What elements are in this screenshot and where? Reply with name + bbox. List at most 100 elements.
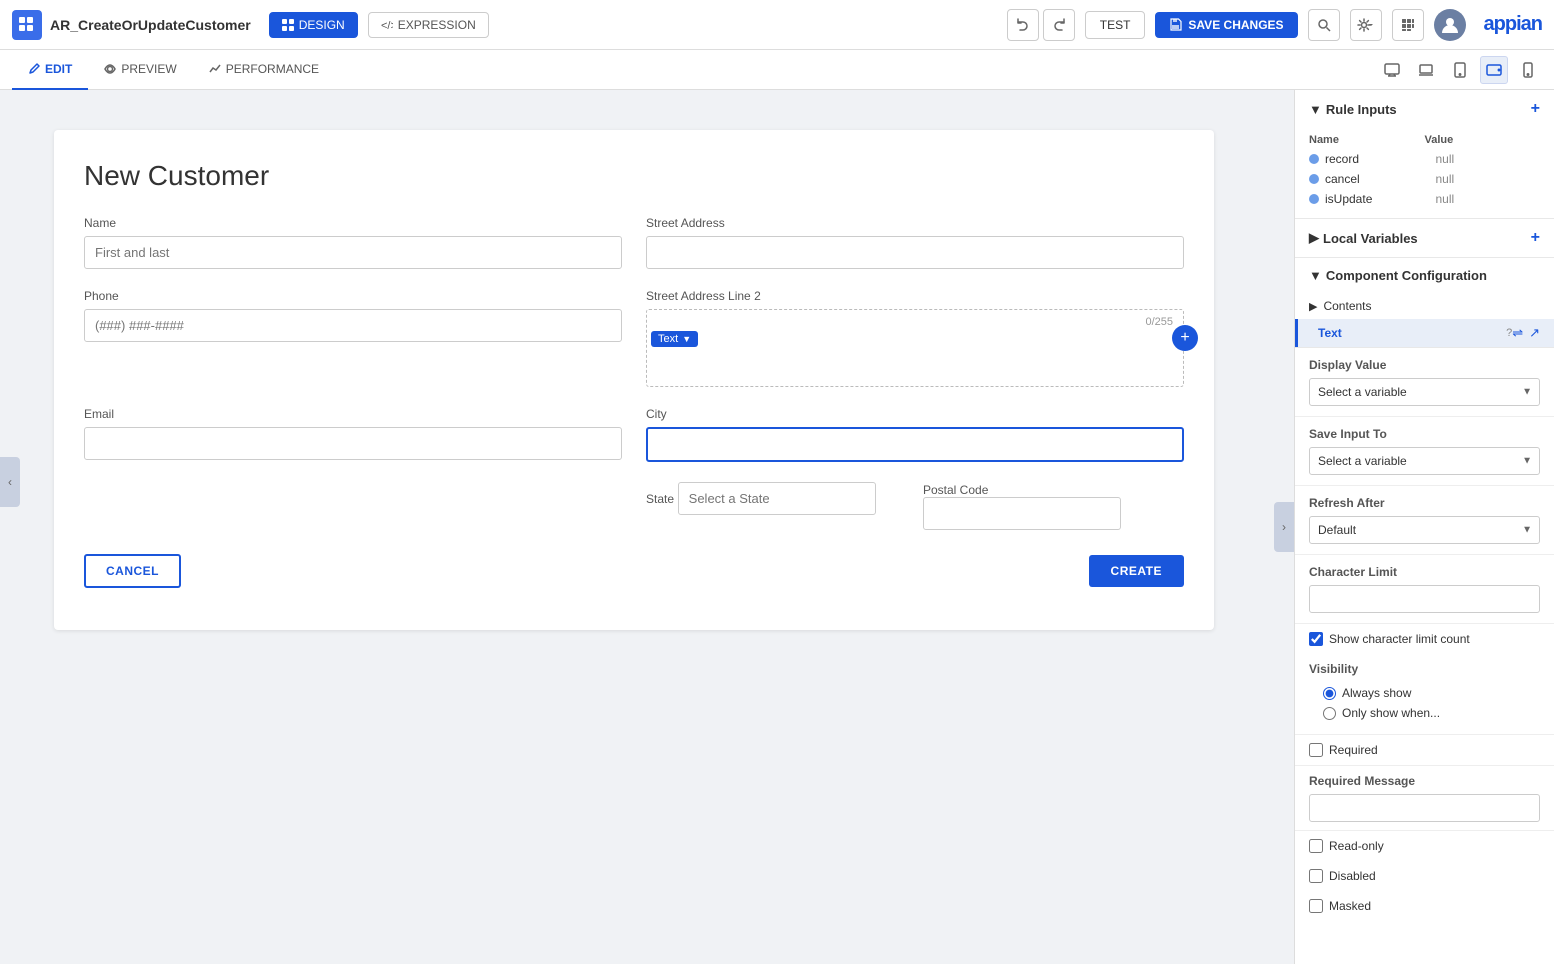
disabled-label: Disabled [1329, 869, 1376, 883]
visibility-radio-group: Always show Only show when... [1309, 682, 1540, 730]
always-show-label: Always show [1342, 686, 1411, 700]
svg-text:</>: </> [381, 20, 393, 31]
refresh-after-select[interactable]: Default On change On blur [1309, 516, 1540, 544]
rule-inputs-header[interactable]: ▼ Rule Inputs + [1295, 90, 1554, 128]
save-changes-button[interactable]: SAVE CHANGES [1155, 12, 1297, 38]
cancel-button[interactable]: CANCEL [84, 554, 181, 588]
user-avatar[interactable] [1434, 9, 1466, 41]
tablet-icon[interactable] [1446, 56, 1474, 84]
topbar: AR_CreateOrUpdateCustomer DESIGN </> EXP… [0, 0, 1554, 50]
search-icon-button[interactable] [1308, 9, 1340, 41]
required-message-input[interactable] [1309, 794, 1540, 822]
form-row-3: Email City [84, 407, 1184, 462]
form-actions: CANCEL CREATE [84, 554, 1184, 588]
city-input[interactable] [646, 427, 1184, 462]
save-input-section: Save Input To Select a variable ▼ [1295, 417, 1554, 486]
always-show-radio[interactable] [1323, 687, 1336, 700]
add-row-button[interactable]: + [1172, 325, 1198, 351]
form-row-1: Name Street Address [84, 216, 1184, 269]
character-limit-label: Character Limit [1309, 565, 1540, 579]
only-show-when-radio[interactable] [1323, 707, 1336, 720]
display-value-select-wrapper: Select a variable ▼ [1309, 378, 1540, 406]
test-button[interactable]: TEST [1085, 11, 1146, 39]
monitor-icon[interactable] [1378, 56, 1406, 84]
undo-button[interactable] [1007, 9, 1039, 41]
readonly-label: Read-only [1329, 839, 1384, 853]
save-input-label: Save Input To [1309, 427, 1540, 441]
rule-inputs-table: Name Value record null cancel null isUpd… [1295, 128, 1554, 218]
name-label: Name [84, 216, 622, 230]
undo-redo-group [1007, 9, 1075, 41]
rule-input-record: record null [1309, 152, 1540, 166]
redo-button[interactable] [1043, 9, 1075, 41]
rule-input-dot [1309, 154, 1319, 164]
main-layout: ‹ New Customer Name Street Address [0, 90, 1554, 964]
email-group: Email [84, 407, 622, 462]
postal-code-input[interactable] [923, 497, 1121, 530]
rule-input-dot [1309, 174, 1319, 184]
state-input[interactable] [678, 482, 876, 515]
email-input[interactable] [84, 427, 622, 460]
refresh-after-label: Refresh After [1309, 496, 1540, 510]
text-type-badge[interactable]: Text ▼ [651, 331, 698, 347]
add-rule-input-button[interactable]: + [1531, 100, 1540, 118]
link-icon[interactable]: ⇌ [1512, 325, 1523, 341]
add-local-var-button[interactable]: + [1531, 229, 1540, 247]
mobile-icon[interactable] [1514, 56, 1542, 84]
tabbar: EDIT PREVIEW PERFORMANCE [0, 50, 1554, 90]
app-icon [12, 10, 42, 40]
display-value-section: Display Value Select a variable ▼ [1295, 348, 1554, 417]
form-title: New Customer [84, 160, 1184, 192]
settings-button[interactable] [1350, 9, 1382, 41]
character-limit-input[interactable] [1309, 585, 1540, 613]
contents-row[interactable]: ▶ Contents [1295, 293, 1554, 319]
street-address-group: Street Address [646, 216, 1184, 269]
email-label: Email [84, 407, 622, 421]
masked-checkbox[interactable] [1309, 899, 1323, 913]
display-value-select[interactable]: Select a variable [1309, 378, 1540, 406]
state-group: State [646, 482, 907, 530]
edit-tab[interactable]: EDIT [12, 50, 88, 90]
disabled-checkbox[interactable] [1309, 869, 1323, 883]
external-link-icon[interactable]: ↗ [1529, 325, 1540, 341]
rule-input-dot [1309, 194, 1319, 204]
laptop-icon[interactable] [1412, 56, 1440, 84]
street-address-label: Street Address [646, 216, 1184, 230]
component-config-header[interactable]: ▼ Component Configuration [1295, 258, 1554, 293]
street-address-2-input[interactable] [651, 351, 1179, 379]
name-group: Name [84, 216, 622, 269]
state-postal-group: State Postal Code [646, 482, 1184, 530]
state-label: State [646, 492, 674, 506]
preview-tab[interactable]: PREVIEW [88, 50, 192, 90]
create-button[interactable]: CREATE [1089, 555, 1184, 587]
disabled-row: Disabled [1295, 861, 1554, 891]
street-address-input[interactable] [646, 236, 1184, 269]
readonly-checkbox[interactable] [1309, 839, 1323, 853]
show-char-limit-row: Show character limit count [1295, 624, 1554, 654]
expression-tab-btn[interactable]: </> EXPRESSION [368, 12, 489, 38]
char-counter: 0/255 [651, 314, 1179, 330]
name-input[interactable] [84, 236, 622, 269]
city-label: City [646, 407, 1184, 421]
phone-input[interactable] [84, 309, 622, 342]
save-input-select[interactable]: Select a variable [1309, 447, 1540, 475]
local-variables-header[interactable]: ▶ Local Variables + [1295, 219, 1554, 257]
visibility-section: Visibility Always show Only show when... [1295, 654, 1554, 735]
grid-button[interactable] [1392, 9, 1424, 41]
design-tab-btn[interactable]: DESIGN [269, 12, 358, 38]
component-config-section: ▼ Component Configuration ▶ Contents Tex… [1295, 258, 1554, 348]
form-row-2: Phone Street Address Line 2 0/255 Text ▼ [84, 289, 1184, 387]
tablet-landscape-icon[interactable] [1480, 56, 1508, 84]
canvas-nav-left[interactable]: ‹ [0, 457, 20, 507]
required-checkbox[interactable] [1309, 743, 1323, 757]
readonly-row: Read-only [1295, 831, 1554, 861]
canvas-nav-right[interactable]: › [1274, 502, 1294, 552]
character-limit-section: Character Limit [1295, 555, 1554, 624]
only-show-when-label: Only show when... [1342, 706, 1440, 720]
phone-label: Phone [84, 289, 622, 303]
required-message-section: Required Message [1295, 766, 1554, 831]
performance-tab[interactable]: PERFORMANCE [193, 50, 335, 90]
show-char-limit-checkbox[interactable] [1309, 632, 1323, 646]
canvas-area: New Customer Name Street Address Pho [0, 90, 1274, 964]
text-config-row[interactable]: Text ? ⇌ ↗ [1295, 319, 1554, 347]
